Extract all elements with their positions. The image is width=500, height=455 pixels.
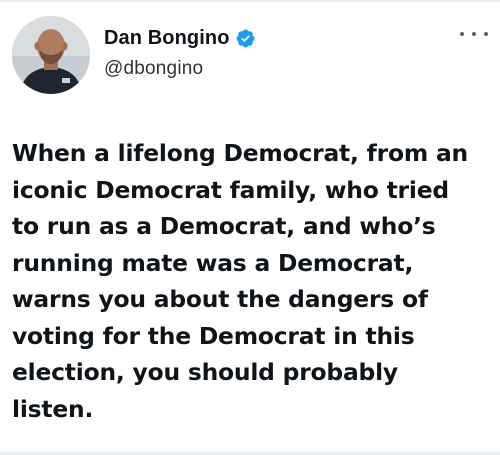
verified-badge-icon [235,28,256,49]
author-info: Dan Bongino @dbongino [104,24,256,80]
tweet-text-line: election, you should probably [12,358,398,386]
display-name-row: Dan Bongino [104,24,256,52]
tweet-text-line: voting for the Democrat in this [12,321,415,350]
dot-icon [484,32,488,36]
dot-icon [472,32,476,36]
more-options-icon[interactable] [460,24,488,44]
tweet-text-line: warns you about the dangers of [12,285,428,313]
tweet-text: When a lifelong Democrat, from an iconic… [12,135,492,427]
display-name[interactable]: Dan Bongino [104,27,230,50]
tweet-text-line: iconic Democrat family, who tried [12,175,449,204]
avatar-photo [12,16,90,94]
tweet-text-line: running mate was a Democrat, [12,248,414,277]
avatar[interactable] [12,16,90,94]
author-handle[interactable]: @dbongino [104,58,256,80]
tweet-card[interactable]: Dan Bongino @dbongino When a lifelong De… [0,0,500,455]
tweet-text-line: to run as a Democrat, and who’s [12,212,436,240]
dot-icon [460,32,464,36]
tweet-text-line: listen. [12,394,94,423]
tweet-header: Dan Bongino @dbongino [12,16,488,96]
tweet-text-line: When a lifelong Democrat, from an [12,139,468,167]
